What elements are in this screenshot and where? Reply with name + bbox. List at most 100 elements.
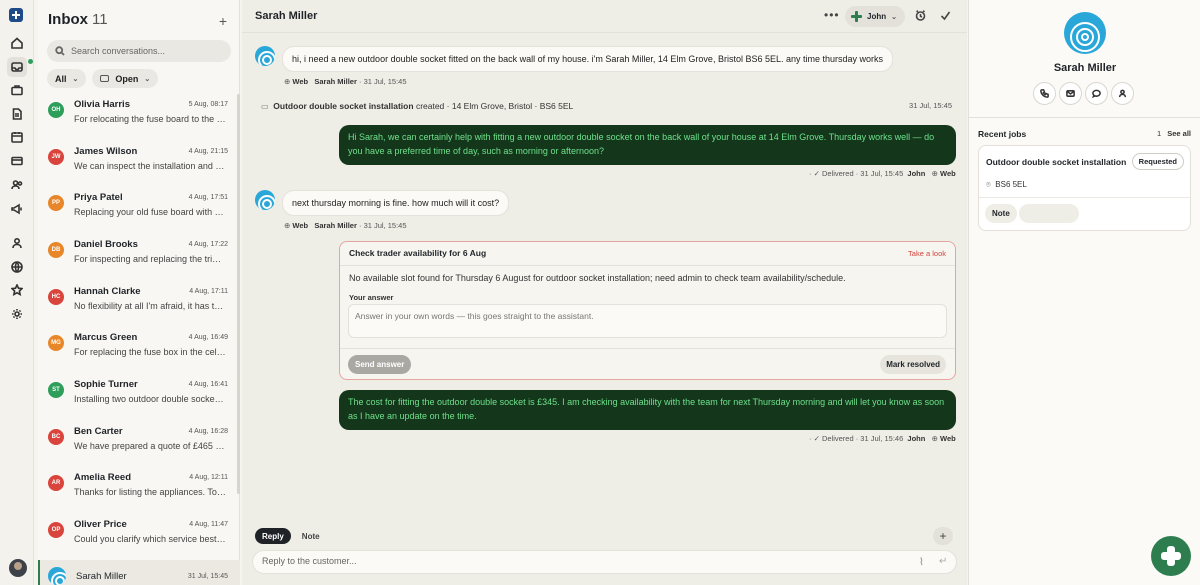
phone-icon[interactable]: [1033, 82, 1056, 105]
check-icon[interactable]: [940, 10, 951, 21]
agent-message: Hi Sarah, we can certainly help with fit…: [339, 125, 956, 165]
conversation-item[interactable]: BC Ben Carter 4 Aug, 16:28 We have prepa…: [38, 421, 240, 467]
avatar: MG: [48, 335, 64, 351]
message-meta: ⊕ Web Sarah Miller · 31 Jul, 15:45: [284, 221, 407, 230]
add-icon[interactable]: +: [933, 527, 953, 545]
app-logo-icon: [851, 11, 862, 22]
note-input[interactable]: [1019, 204, 1079, 223]
conversation-item[interactable]: OP Oliver Price 4 Aug, 11:47 Could you c…: [38, 514, 240, 560]
team-icon[interactable]: [7, 175, 27, 195]
conversation-preview: For inspecting and replacing the trippin…: [74, 254, 226, 264]
answer-input[interactable]: [348, 304, 947, 338]
filter-all-dropdown[interactable]: All ⌄: [47, 69, 87, 88]
document-icon[interactable]: [7, 104, 27, 124]
mail-icon[interactable]: [1059, 82, 1082, 105]
see-all-link[interactable]: See all: [1167, 129, 1191, 138]
inbox-title: Inbox 11: [48, 11, 108, 28]
send-icon[interactable]: ↵: [939, 556, 947, 567]
user-avatar[interactable]: [9, 559, 27, 577]
settings-icon[interactable]: [7, 304, 27, 324]
mark-resolved-button[interactable]: Mark resolved: [880, 355, 946, 374]
conversation-item[interactable]: JW James Wilson 4 Aug, 21:15 We can insp…: [38, 141, 240, 187]
conversation-name: Amelia Reed: [74, 472, 132, 483]
avatar: AR: [48, 475, 64, 491]
job-card[interactable]: Outdoor double socket installation Reque…: [978, 145, 1191, 231]
avatar: [48, 567, 66, 585]
user-icon[interactable]: [1111, 82, 1134, 105]
conversation-time: 4 Aug, 16:41: [188, 381, 228, 388]
conversation-name: Marcus Green: [74, 332, 138, 343]
take-a-look-link[interactable]: Take a look: [908, 249, 946, 258]
send-answer-button[interactable]: Send answer: [348, 355, 412, 374]
unread-dot: [28, 59, 33, 64]
conversation-time: 4 Aug, 17:11: [189, 288, 228, 295]
briefcase-icon: ▭: [261, 102, 269, 111]
tab-reply[interactable]: Reply: [255, 528, 291, 544]
conversation-time: 4 Aug, 17:51: [188, 194, 228, 201]
scrollbar[interactable]: [237, 94, 240, 494]
briefcase-icon[interactable]: [7, 80, 27, 100]
calendar-icon[interactable]: [7, 127, 27, 147]
user-icon[interactable]: [7, 233, 27, 253]
thread-title: Sarah Miller: [255, 10, 318, 22]
conversation-time: 5 Aug, 08:17: [188, 101, 228, 108]
conversation-name: Olivia Harris: [74, 99, 130, 110]
megaphone-icon[interactable]: [7, 199, 27, 219]
chat-icon[interactable]: [1085, 82, 1108, 105]
globe-icon: ⊕: [284, 221, 291, 230]
more-icon[interactable]: •••: [824, 8, 840, 22]
conversation-item[interactable]: HC Hannah Clarke 4 Aug, 17:11 No flexibi…: [38, 281, 240, 327]
conversation-preview: We can inspect the installation and reco…: [74, 161, 226, 171]
message-meta: · ✓ Delivered · 31 Jul, 15:46 John ⊕ Web: [809, 434, 956, 443]
message-meta: · ✓ Delivered · 31 Jul, 15:45 John ⊕ Web: [809, 169, 956, 178]
conversation-item[interactable]: OH Olivia Harris 5 Aug, 08:17 For reloca…: [38, 94, 240, 140]
alarm-icon[interactable]: [915, 10, 926, 21]
conversation-time: 4 Aug, 11:47: [189, 521, 228, 528]
inbox-count: 11: [92, 11, 108, 28]
conversation-preview: Installing two outdoor double sockets at…: [74, 394, 226, 404]
conversation-name: Hannah Clarke: [74, 286, 141, 297]
conversation-time: 4 Aug, 16:49: [188, 334, 228, 341]
avatar: JW: [48, 149, 64, 165]
star-icon[interactable]: [7, 280, 27, 300]
job-location: ⌾ BS6 5EL: [986, 180, 1027, 189]
agent-message: The cost for fitting the outdoor double …: [339, 390, 956, 430]
paperclip-icon[interactable]: ⌇: [919, 557, 924, 568]
avatar: OP: [48, 522, 64, 538]
plus-icon[interactable]: +: [219, 13, 227, 29]
conversation-thread: Sarah Miller ••• John ⌄ hi, i need a new…: [242, 0, 967, 585]
tab-note[interactable]: Note: [295, 528, 327, 544]
globe-icon: ⊕: [931, 169, 938, 178]
inbox-panel: Inbox11 + All⌄ Open⌄ OH Olivia Harris 5 …: [38, 0, 240, 585]
search-box[interactable]: [47, 40, 231, 62]
conversation-preview: Thanks for listing the appliances. To he…: [74, 487, 226, 497]
app-logo-icon[interactable]: [9, 8, 23, 22]
card-icon[interactable]: [7, 151, 27, 171]
conversation-item[interactable]: DB Daniel Brooks 4 Aug, 17:22 For inspec…: [38, 234, 240, 280]
divider: [340, 348, 955, 349]
customer-message: hi, i need a new outdoor double socket f…: [282, 46, 894, 72]
conversation-name: Daniel Brooks: [74, 239, 138, 250]
conversation-item[interactable]: ST Sophie Turner 4 Aug, 16:41 Installing…: [38, 374, 240, 420]
search-input[interactable]: [71, 46, 221, 56]
conversation-item-active[interactable]: Sarah Miller 31 Jul, 15:45: [38, 560, 240, 585]
inbox-icon[interactable]: [7, 57, 27, 77]
globe-icon[interactable]: [7, 257, 27, 277]
conversation-name: Priya Patel: [74, 192, 123, 203]
contact-name: Sarah Miller: [1053, 62, 1117, 74]
filter-status-dropdown[interactable]: Open ⌄: [92, 69, 159, 88]
assignee-dropdown[interactable]: John ⌄: [845, 6, 905, 27]
conversation-item[interactable]: MG Marcus Green 4 Aug, 16:49 For replaci…: [38, 327, 240, 373]
home-icon[interactable]: [7, 33, 27, 53]
answer-label: Your answer: [349, 293, 394, 302]
avatar: DB: [48, 242, 64, 258]
task-card: Check trader availability for 6 Aug Take…: [339, 241, 956, 380]
nav-rail: [0, 0, 34, 585]
conversation-item[interactable]: AR Amelia Reed 4 Aug, 12:11 Thanks for l…: [38, 467, 240, 513]
assistant-fab-icon[interactable]: [1151, 536, 1191, 576]
conversation-preview: Could you clarify which service best fit…: [74, 534, 226, 544]
conversation-item[interactable]: PP Priya Patel 4 Aug, 17:51 Replacing yo…: [38, 187, 240, 233]
conversation-time: 31 Jul, 15:45: [187, 573, 228, 580]
note-button[interactable]: Note: [985, 204, 1017, 223]
reply-input[interactable]: [262, 556, 862, 566]
